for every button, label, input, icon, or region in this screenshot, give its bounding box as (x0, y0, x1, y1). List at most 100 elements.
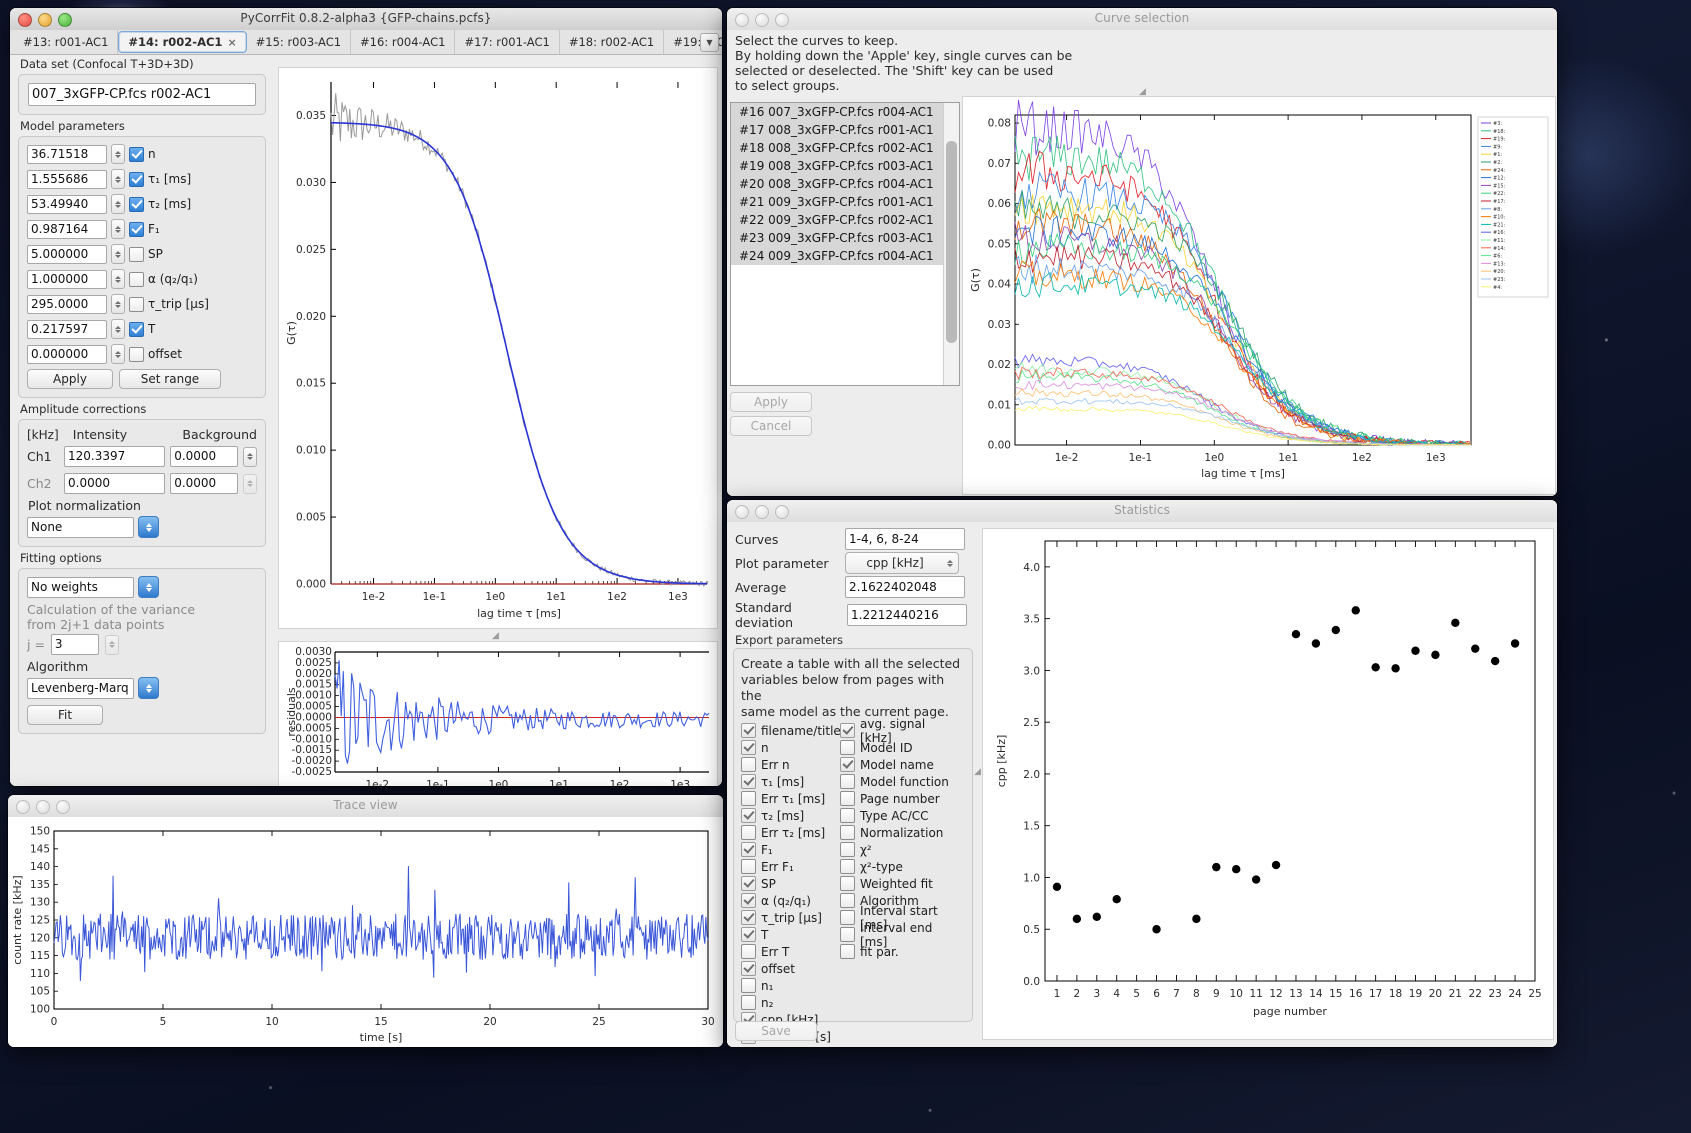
curve-preview-plot-card[interactable]: 0.000.010.020.030.040.050.060.070.081e-2… (962, 96, 1556, 495)
parameter-checkbox-0[interactable] (129, 147, 144, 162)
curves-field[interactable]: 1-4, 6, 8-24 (845, 528, 965, 550)
export-left-row[interactable]: n₁ (741, 978, 840, 993)
export-right-checkbox-13[interactable] (840, 944, 855, 959)
export-right-row[interactable]: Page number (840, 791, 960, 806)
export-right-checkbox-6[interactable] (840, 825, 855, 840)
export-left-checkbox-11[interactable] (741, 910, 756, 925)
curve-list-scroll-thumb[interactable] (946, 141, 957, 343)
parameter-value-field-6[interactable]: 295.0000 (27, 295, 107, 314)
parameter-checkbox-6[interactable] (129, 297, 144, 312)
export-right-checkbox-12[interactable] (840, 927, 855, 942)
export-right-row[interactable]: Normalization (840, 825, 960, 840)
parameter-stepper-6[interactable] (111, 294, 125, 314)
parameter-stepper-1[interactable] (111, 169, 125, 189)
correlation-plot[interactable]: 0.0000.0050.0100.0150.0200.0250.0300.035… (279, 68, 717, 628)
export-left-checkbox-8[interactable] (741, 859, 756, 874)
export-left-row[interactable]: offset (741, 961, 840, 976)
parameter-checkbox-3[interactable] (129, 222, 144, 237)
export-right-row[interactable]: Weighted fit (840, 876, 960, 891)
parameter-checkbox-4[interactable] (129, 247, 144, 262)
export-right-checkbox-2[interactable] (840, 757, 855, 772)
export-right-row[interactable]: Model function (840, 774, 960, 789)
j-field[interactable]: 3 (51, 634, 99, 655)
plot-normalization-dropdown-icon[interactable] (138, 516, 159, 538)
curve-list-item[interactable]: #23 009_3xGFP-CP.fcs r003-AC1 (731, 229, 944, 247)
parameter-checkbox-8[interactable] (129, 347, 144, 362)
export-left-checkbox-2[interactable] (741, 757, 756, 772)
export-left-row[interactable]: Err F₁ (741, 859, 840, 874)
algorithm-value[interactable]: Levenberg-Marq (27, 678, 134, 699)
export-right-row[interactable]: Type AC/CC (840, 808, 960, 823)
export-left-checkbox-9[interactable] (741, 876, 756, 891)
residuals-plot-card[interactable]: 0.00300.00250.00200.00150.00100.00050.00… (278, 641, 718, 786)
export-left-row[interactable]: τ_trip [µs] (741, 910, 840, 925)
curve-list-item[interactable]: #24 009_3xGFP-CP.fcs r004-AC1 (731, 247, 944, 265)
parameter-checkbox-2[interactable] (129, 197, 144, 212)
parameter-stepper-0[interactable] (111, 144, 125, 164)
parameter-stepper-3[interactable] (111, 219, 125, 239)
export-left-row[interactable]: Err T (741, 944, 840, 959)
curve-listbox[interactable]: #16 007_3xGFP-CP.fcs r004-AC1#17 008_3xG… (730, 102, 960, 386)
stddev-field[interactable]: 1.2212440216 (847, 604, 967, 626)
plot-parameter-stepper[interactable] (944, 554, 956, 572)
ch1-intensity-field[interactable]: 120.3397 (64, 446, 165, 467)
splitter-grip[interactable]: ◢ (492, 631, 499, 641)
export-left-checkbox-12[interactable] (741, 927, 756, 942)
page-tab-5[interactable]: #18: r002-AC1 (560, 30, 664, 54)
plot-normalization-value[interactable]: None (27, 517, 134, 538)
statistics-titlebar[interactable]: Statistics (727, 500, 1557, 523)
average-field[interactable]: 2.1622402048 (845, 576, 965, 598)
apply-button[interactable]: Apply (27, 369, 113, 389)
export-right-checkbox-8[interactable] (840, 859, 855, 874)
statistics-plot-card[interactable]: 0.00.51.01.52.02.53.03.54.01234567891011… (982, 528, 1554, 1040)
export-left-checkbox-1[interactable] (741, 740, 756, 755)
export-left-checkbox-6[interactable] (741, 825, 756, 840)
export-left-row[interactable]: Err τ₁ [ms] (741, 791, 840, 806)
curve-list-item[interactable]: #17 008_3xGFP-CP.fcs r001-AC1 (731, 121, 944, 139)
export-right-row[interactable]: χ² (840, 842, 960, 857)
export-left-checkbox-15[interactable] (741, 978, 756, 993)
tab-overflow-chevron-down-icon[interactable]: ▼ (700, 33, 719, 52)
export-right-checkbox-7[interactable] (840, 842, 855, 857)
page-tab-2[interactable]: #15: r003-AC1 (247, 30, 351, 54)
curve-list-item[interactable]: #20 008_3xGFP-CP.fcs r004-AC1 (731, 175, 944, 193)
curve-list-item[interactable]: #18 008_3xGFP-CP.fcs r002-AC1 (731, 139, 944, 157)
export-left-checkbox-5[interactable] (741, 808, 756, 823)
parameter-checkbox-5[interactable] (129, 272, 144, 287)
export-right-row[interactable]: fit par. (840, 944, 960, 959)
export-right-checkbox-9[interactable] (840, 876, 855, 891)
save-button[interactable]: Save (735, 1021, 817, 1041)
curve-splitter-grip[interactable]: ◢ (1139, 87, 1146, 97)
close-tab-icon[interactable]: × (227, 36, 236, 49)
parameter-value-field-5[interactable]: 1.000000 (27, 270, 107, 289)
export-left-row[interactable]: τ₂ [ms] (741, 808, 840, 823)
export-right-row[interactable]: Model name (840, 757, 960, 772)
export-left-row[interactable]: SP (741, 876, 840, 891)
export-left-checkbox-13[interactable] (741, 944, 756, 959)
weights-value[interactable]: No weights (27, 577, 134, 598)
trace-plot[interactable]: 1001051101151201251301351401451500510152… (8, 817, 723, 1047)
page-tab-0[interactable]: #13: r001-AC1 (14, 30, 118, 54)
curve-titlebar[interactable]: Curve selection (727, 8, 1557, 31)
page-tabbar[interactable]: #13: r001-AC1#14: r002-AC1×#15: r003-AC1… (10, 30, 722, 55)
export-right-row[interactable]: χ²-type (840, 859, 960, 874)
parameter-stepper-4[interactable] (111, 244, 125, 264)
export-left-checkbox-14[interactable] (741, 961, 756, 976)
curve-list-item[interactable]: #22 009_3xGFP-CP.fcs r002-AC1 (731, 211, 944, 229)
j-stepper[interactable] (105, 635, 119, 655)
export-left-row[interactable]: Err τ₂ [ms] (741, 825, 840, 840)
page-tab-1[interactable]: #14: r002-AC1× (118, 31, 246, 53)
export-left-row[interactable]: α (q₂/q₁) (741, 893, 840, 908)
fit-button[interactable]: Fit (27, 705, 103, 725)
ch2-background-stepper[interactable] (243, 474, 257, 494)
export-right-checkbox-5[interactable] (840, 808, 855, 823)
export-right-row[interactable]: avg. signal [kHz] (840, 723, 960, 738)
dataset-field[interactable]: 007_3xGFP-CP.fcs r002-AC1 (28, 83, 256, 106)
export-right-row[interactable]: Interval end [ms] (840, 927, 960, 942)
parameter-value-field-1[interactable]: 1.555686 (27, 170, 107, 189)
parameter-stepper-5[interactable] (111, 269, 125, 289)
page-tab-3[interactable]: #16: r004-AC1 (351, 30, 455, 54)
export-right-checkbox-10[interactable] (840, 893, 855, 908)
export-right-checkbox-1[interactable] (840, 740, 855, 755)
export-left-row[interactable]: Err n (741, 757, 840, 772)
